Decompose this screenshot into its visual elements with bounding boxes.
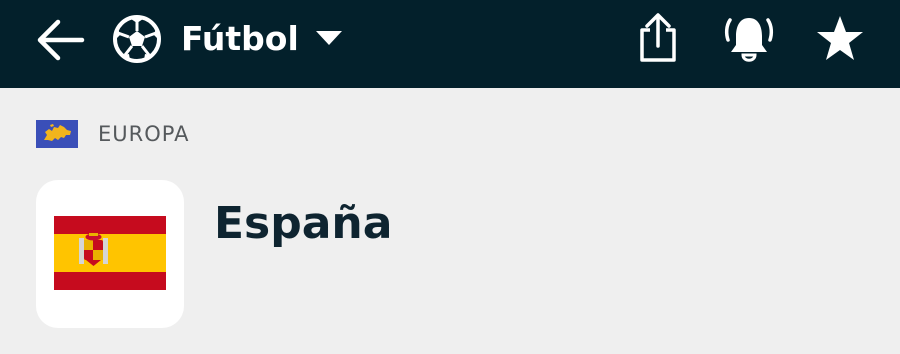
star-icon[interactable] [815,14,865,62]
spain-flag-icon [54,216,166,290]
caret-down-icon[interactable] [315,30,343,46]
share-icon[interactable] [635,12,681,64]
sport-selector-label[interactable]: Fútbol [181,17,299,61]
bell-ringing-icon[interactable] [722,12,776,64]
europe-flag-icon [36,120,78,148]
soccer-ball-icon[interactable] [112,14,162,64]
country-title: España [214,198,393,249]
back-arrow-icon[interactable] [34,17,86,63]
country-flag-card [36,180,184,328]
top-app-bar: Fútbol [0,0,900,88]
region-label[interactable]: EUROPA [98,120,189,148]
